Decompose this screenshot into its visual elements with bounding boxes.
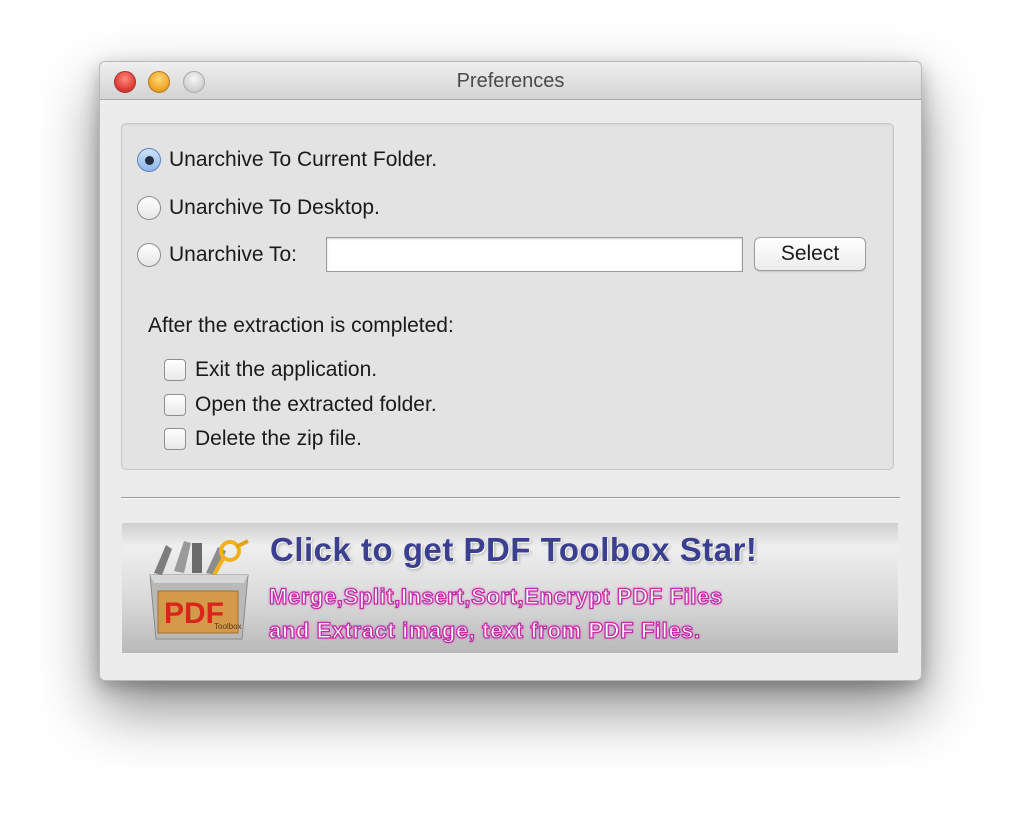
checkbox-exit-application[interactable]: [164, 359, 186, 381]
radio-label-unarchive-to: Unarchive To:: [169, 243, 298, 266]
radio-label-desktop: Unarchive To Desktop.: [169, 196, 380, 219]
checkbox-label-open-folder: Open the extracted folder.: [195, 393, 437, 416]
checkbox-row-open-folder[interactable]: Open the extracted folder.: [164, 392, 437, 418]
radio-row-unarchive-to[interactable]: Unarchive To:: [137, 241, 297, 269]
checkbox-row-exit[interactable]: Exit the application.: [164, 357, 377, 383]
radio-label-current-folder: Unarchive To Current Folder.: [169, 148, 438, 171]
radio-unarchive-to[interactable]: [137, 243, 161, 267]
radio-desktop[interactable]: [137, 196, 161, 220]
checkbox-label-exit: Exit the application.: [195, 358, 378, 381]
checkbox-open-extracted-folder[interactable]: [164, 394, 186, 416]
checkbox-row-delete-zip[interactable]: Delete the zip file.: [164, 426, 362, 452]
checkbox-delete-zip[interactable]: [164, 428, 186, 450]
separator-line: [121, 497, 900, 499]
radio-row-desktop[interactable]: Unarchive To Desktop.: [137, 194, 380, 222]
radio-current-folder[interactable]: [137, 148, 161, 172]
banner-line-2: and Extract image, text from PDF Files.: [268, 617, 701, 643]
select-folder-button[interactable]: Select: [754, 237, 866, 271]
checkbox-label-delete-zip: Delete the zip file.: [195, 427, 362, 450]
after-extraction-heading: After the extraction is completed:: [148, 314, 454, 337]
preferences-window: Preferences Unarchive To Current Folder.…: [99, 61, 922, 681]
pdf-toolbox-logo-icon: PDF Toolbox: [149, 539, 249, 640]
radio-row-current-folder[interactable]: Unarchive To Current Folder.: [137, 146, 437, 174]
window-title: Preferences: [456, 70, 565, 92]
logo-toolbox-text: Toolbox: [214, 622, 242, 631]
banner-title: Click to get PDF Toolbox Star!: [270, 531, 758, 568]
radio-selected-dot: [145, 156, 154, 165]
destination-path-input[interactable]: [326, 237, 743, 272]
title-bar: Preferences: [100, 62, 921, 100]
banner-line-1: Merge,Split,Insert,Sort,Encrypt PDF File…: [268, 583, 723, 609]
pdf-toolbox-ad-banner[interactable]: PDF Toolbox Click to get PDF Toolbox Sta…: [122, 523, 898, 653]
options-group: Unarchive To Current Folder. Unarchive T…: [121, 123, 894, 470]
